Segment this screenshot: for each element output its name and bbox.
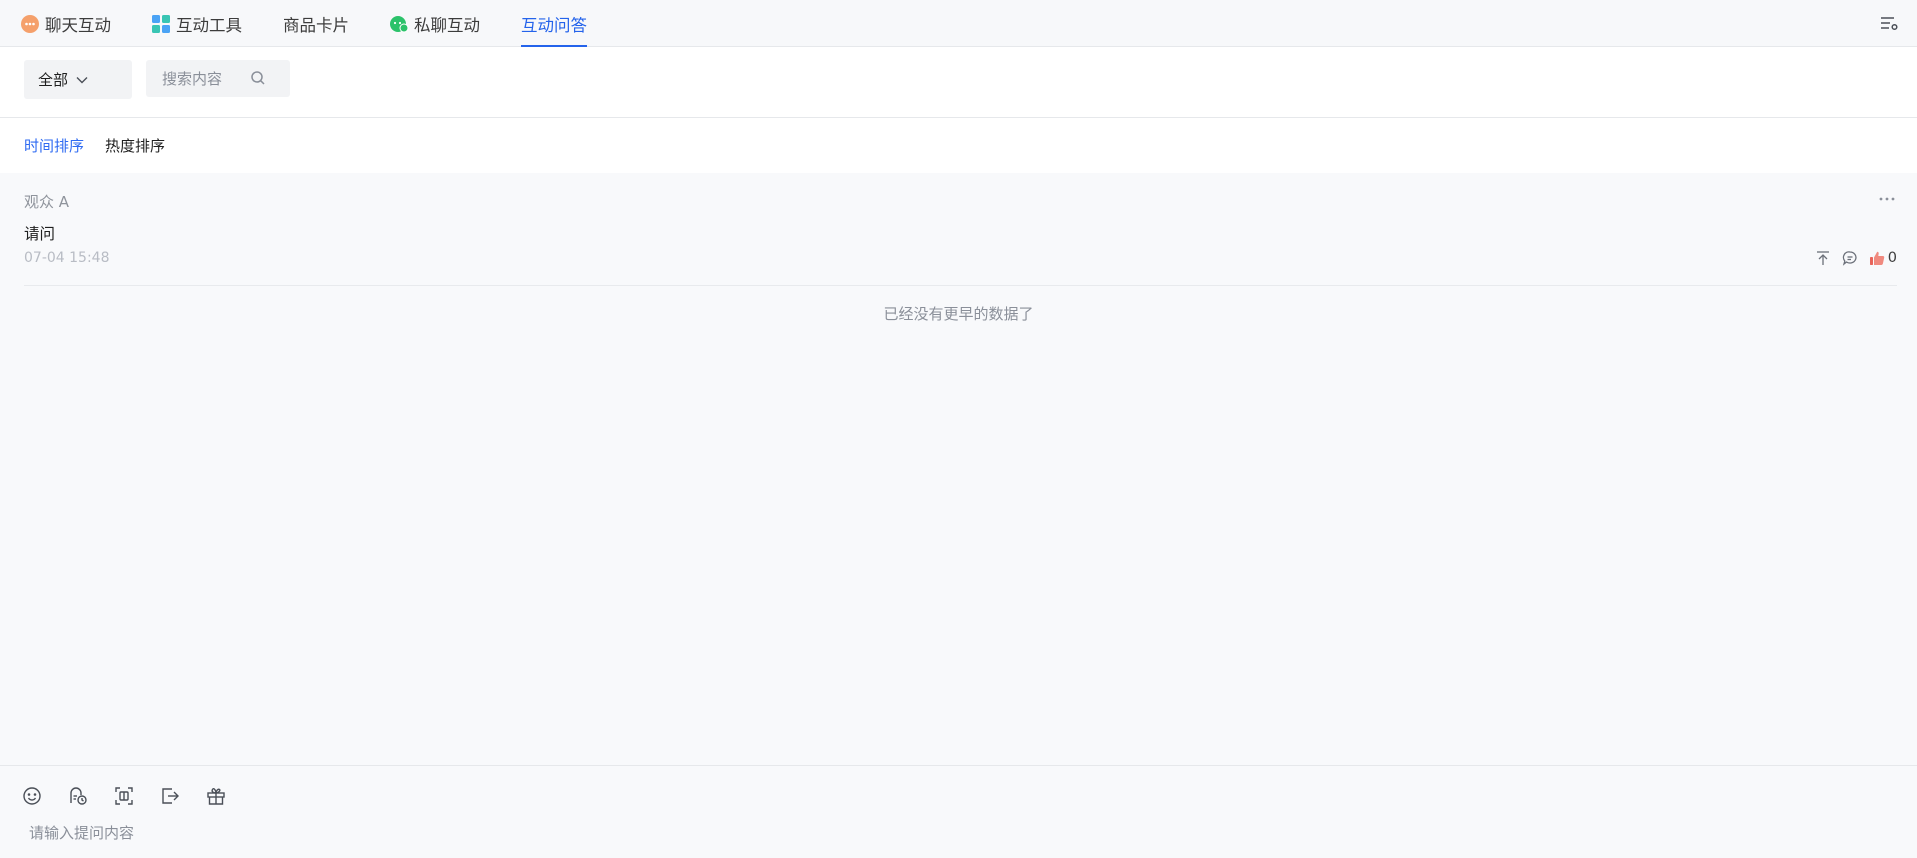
sort-by-time[interactable]: 时间排序 <box>24 135 84 156</box>
reply-icon[interactable] <box>1842 250 1858 266</box>
tab-label: 互动问答 <box>521 15 587 35</box>
tab-label: 互动工具 <box>176 15 242 35</box>
no-more-data-text: 已经没有更早的数据了 <box>883 305 1034 323</box>
record-icon[interactable] <box>68 786 88 806</box>
category-select[interactable]: 全部 <box>24 60 132 99</box>
list-item: 观众 A 请问 07-04 15:48 0 <box>24 173 1897 286</box>
question-actions: 0 <box>1804 250 1897 266</box>
sort-by-hot[interactable]: 热度排序 <box>105 135 165 156</box>
select-value: 全部 <box>38 71 69 89</box>
search-icon[interactable] <box>250 70 266 86</box>
pin-top-icon[interactable] <box>1815 250 1831 266</box>
filter-bar: 全部 <box>0 47 1917 118</box>
tab-private-chat[interactable]: 私聊互动 <box>389 0 480 47</box>
tab-interaction-tools[interactable]: 互动工具 <box>151 0 242 47</box>
question-composer <box>0 765 1917 858</box>
tab-label: 商品卡片 <box>283 15 349 35</box>
tab-interactive-qa[interactable]: 互动问答 <box>521 0 587 47</box>
chevron-down-icon <box>76 76 88 83</box>
wechat-icon <box>389 14 409 34</box>
more-icon[interactable] <box>1877 191 1897 205</box>
emoji-icon[interactable] <box>22 786 42 806</box>
like-count: 0 <box>1887 250 1897 266</box>
question-author: 观众 A <box>24 193 70 211</box>
chat-bubble-icon <box>20 14 40 34</box>
exit-icon[interactable] <box>160 786 180 806</box>
search-input[interactable] <box>162 69 262 88</box>
grid-tools-icon <box>151 14 171 34</box>
question-text: 请问 <box>24 225 56 243</box>
composer-toolbar <box>22 786 252 806</box>
list-settings-icon[interactable] <box>1879 13 1899 33</box>
question-time: 07-04 15:48 <box>24 250 110 266</box>
search-box <box>146 60 290 97</box>
gift-icon[interactable] <box>206 786 226 806</box>
tab-chat-interaction[interactable]: 聊天互动 <box>20 0 111 47</box>
top-tab-bar: 聊天互动 互动工具 商品卡片 私聊互动 互动问答 <box>0 0 1917 47</box>
sort-bar: 时间排序 热度排序 <box>0 118 1917 173</box>
tab-product-card[interactable]: 商品卡片 <box>283 0 349 47</box>
question-input[interactable] <box>29 821 1889 845</box>
tab-label: 聊天互动 <box>45 15 111 35</box>
question-list: 观众 A 请问 07-04 15:48 0 已经没有更早的数据了 <box>0 173 1917 765</box>
tab-label: 私聊互动 <box>414 15 480 35</box>
like-icon[interactable] <box>1869 250 1885 266</box>
screenshot-icon[interactable] <box>114 786 134 806</box>
